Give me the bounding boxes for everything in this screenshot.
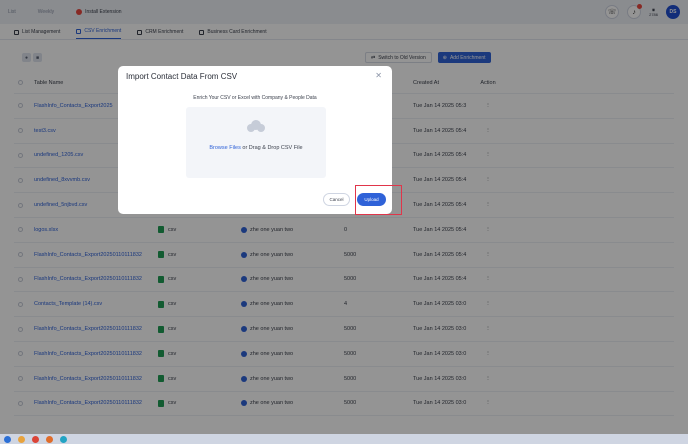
dropzone-text: Browse Files or Drag & Drop CSV File [186, 145, 326, 151]
app-window: List Weekly Install Extension ☏ ♪ ◉ 2786… [0, 0, 688, 444]
cancel-button[interactable]: Cancel [323, 193, 350, 206]
file-dropzone[interactable]: Browse Files or Drag & Drop CSV File [186, 107, 326, 178]
upload-highlight-box [355, 185, 402, 215]
dialog-subtitle: Enrich Your CSV or Excel with Company & … [193, 95, 317, 101]
import-csv-dialog: Import Contact Data From CSV ✕ Enrich Yo… [118, 66, 392, 214]
close-icon[interactable]: ✕ [375, 71, 382, 80]
dialog-title: Import Contact Data From CSV [126, 72, 238, 81]
app-icon[interactable] [46, 435, 53, 443]
folder-icon[interactable] [18, 435, 25, 443]
chrome-taskbar-icon[interactable] [32, 435, 39, 443]
cloud-upload-icon [247, 120, 265, 132]
editor-icon[interactable] [60, 435, 67, 443]
os-taskbar [0, 434, 688, 444]
browse-files-link[interactable]: Browse Files [209, 145, 240, 151]
start-icon[interactable] [4, 435, 11, 443]
dropzone-hint: or Drag & Drop CSV File [240, 145, 303, 151]
